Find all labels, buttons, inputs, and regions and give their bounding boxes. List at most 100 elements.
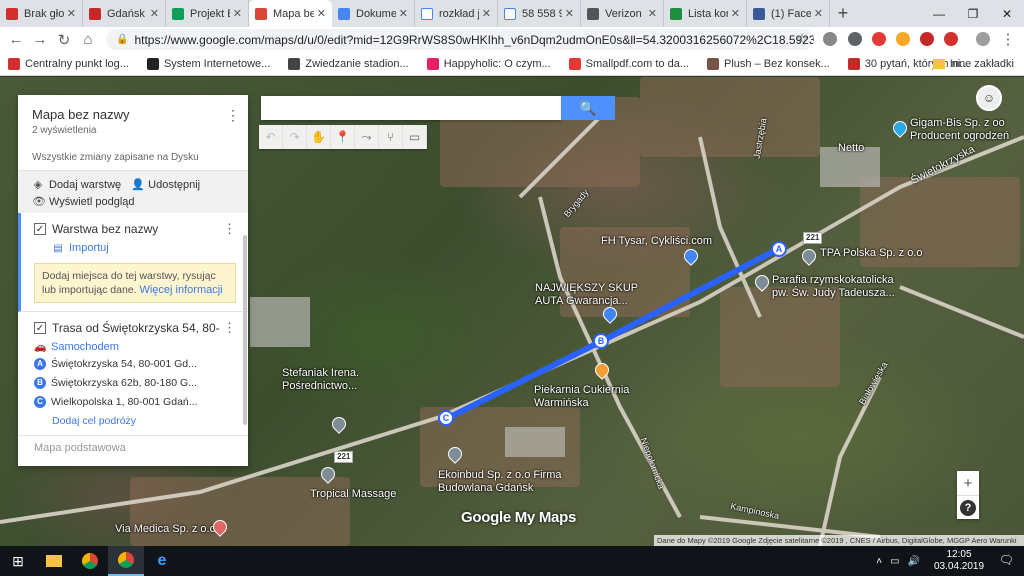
- browser-tab[interactable]: Lista kon ✕: [664, 0, 747, 27]
- browser-tab[interactable]: (1) Faceb✕: [747, 0, 830, 27]
- poi-ekoinbud[interactable]: Ekoinbud Sp. z o.o Firma Budowlana Gdańsk: [438, 469, 562, 495]
- travel-mode-link[interactable]: Samochodem: [51, 341, 119, 353]
- tab-close-icon[interactable]: ✕: [67, 7, 76, 20]
- extension-icon-2[interactable]: [848, 32, 862, 46]
- tab-close-icon[interactable]: ✕: [399, 7, 408, 20]
- measure-ruler-icon[interactable]: ▭: [403, 125, 427, 149]
- map-attribution[interactable]: Dane do Mapy ©2019 Google Zdjęcie sateli…: [654, 535, 1024, 546]
- home-icon[interactable]: ⌂: [76, 28, 100, 52]
- tab-close-icon[interactable]: ✕: [648, 7, 657, 20]
- browser-tab[interactable]: Dokumen✕: [332, 0, 415, 27]
- route-marker-b[interactable]: B: [593, 333, 609, 349]
- new-tab-button[interactable]: +: [830, 0, 856, 27]
- undo-icon[interactable]: ↶: [259, 125, 283, 149]
- poi-tropical[interactable]: Tropical Massage: [310, 488, 396, 501]
- browser-tab[interactable]: 58 558 9 ✕: [498, 0, 581, 27]
- profile-icon[interactable]: [976, 32, 990, 46]
- bookmark-star-icon[interactable]: ☆: [790, 27, 814, 51]
- poi-gigam[interactable]: Gigam-Bis Sp. z oo Producent ogrodzeń: [910, 117, 1009, 143]
- route-layer-checkbox[interactable]: ✓: [34, 322, 46, 334]
- extension-icon-6[interactable]: [944, 32, 958, 46]
- search-button[interactable]: 🔍: [561, 96, 615, 120]
- layer-route[interactable]: ✓ Trasa od Świętokrzyska 54, 80-00... ⋮ …: [18, 312, 248, 436]
- layer-untitled[interactable]: ✓ Warstwa bez nazwy ⋮ ▤ Importuj Dodaj m…: [18, 213, 248, 312]
- bookmark-item[interactable]: Smallpdf.com to da...: [568, 57, 689, 70]
- layer-checkbox[interactable]: ✓: [34, 223, 46, 235]
- waypoint-item[interactable]: C Wielkopolska 1, 80-001 Gdań...: [34, 392, 236, 411]
- poi-parafia[interactable]: Parafia rzymskokatolicka pw. Św. Judy Tad…: [772, 274, 895, 300]
- edge-icon[interactable]: e: [144, 546, 180, 576]
- base-map-section[interactable]: Mapa podstawowa: [18, 436, 248, 460]
- route-options-icon[interactable]: ⋮: [223, 320, 236, 336]
- poi-fh-tysar[interactable]: FH Tysar, Cykliści.com: [601, 235, 712, 248]
- map-search-input[interactable]: [261, 96, 561, 120]
- extension-icon-3[interactable]: [872, 32, 886, 46]
- extension-icon-1[interactable]: [823, 32, 837, 46]
- map-title[interactable]: Mapa bez nazwy: [32, 107, 234, 122]
- close-window-button[interactable]: ✕: [990, 0, 1024, 27]
- chrome-icon[interactable]: [72, 546, 108, 576]
- panel-scrollbar[interactable]: [243, 235, 247, 425]
- poi-tpa[interactable]: TPA Polska Sp. z o.o: [820, 247, 923, 260]
- route-marker-a[interactable]: A: [771, 241, 787, 257]
- route-layer-name[interactable]: Trasa od Świętokrzyska 54, 80-00...: [52, 321, 220, 335]
- add-layer-button[interactable]: Dodaj warstwę: [49, 179, 121, 191]
- layer-name[interactable]: Warstwa bez nazwy: [52, 222, 158, 236]
- restore-button[interactable]: ❐: [956, 0, 990, 27]
- address-bar[interactable]: 🔒 https://www.google.com/maps/d/u/0/edit…: [106, 29, 814, 50]
- route-marker-c[interactable]: C: [438, 410, 454, 426]
- poi-netto[interactable]: Netto: [838, 142, 864, 155]
- minimize-button[interactable]: —: [922, 0, 956, 27]
- layer-options-icon[interactable]: ⋮: [223, 221, 236, 237]
- file-explorer-icon[interactable]: [36, 546, 72, 576]
- draw-line-icon[interactable]: ⤳: [355, 125, 379, 149]
- tab-close-icon[interactable]: ✕: [317, 7, 326, 20]
- tab-close-icon[interactable]: ✕: [814, 7, 823, 20]
- account-avatar[interactable]: ☺: [976, 85, 1002, 111]
- chrome-active-icon[interactable]: [108, 546, 144, 576]
- share-button[interactable]: Udostępnij: [148, 179, 200, 191]
- tab-close-icon[interactable]: ✕: [565, 7, 574, 20]
- bookmark-item[interactable]: Centralny punkt log...: [8, 57, 129, 70]
- add-marker-icon[interactable]: 📍: [331, 125, 355, 149]
- browser-tab[interactable]: Mapa be ✕: [249, 0, 332, 27]
- notification-icon[interactable]: 🗨: [999, 553, 1014, 567]
- tab-close-icon[interactable]: ✕: [731, 7, 740, 20]
- browser-tab[interactable]: Verizon C✕: [581, 0, 664, 27]
- redo-icon[interactable]: ↷: [283, 125, 307, 149]
- menu-kebab-icon[interactable]: ⋮: [996, 27, 1020, 51]
- forward-icon[interactable]: →: [28, 28, 52, 52]
- tab-close-icon[interactable]: ✕: [482, 7, 491, 20]
- preview-button[interactable]: Wyświetl podgląd: [49, 196, 135, 208]
- add-directions-icon[interactable]: ⑂: [379, 125, 403, 149]
- extension-icon-4[interactable]: [896, 32, 910, 46]
- help-icon[interactable]: ?: [960, 500, 976, 516]
- waypoint-item[interactable]: B Świętokrzyska 62b, 80-180 G...: [34, 373, 236, 392]
- poi-piekarnia[interactable]: Piekarnia Cukiernia Warmińska: [534, 384, 629, 410]
- poi-via-medica[interactable]: Via Medica Sp. z o.o: [115, 523, 216, 536]
- poi-najwiekszy[interactable]: NAJWIĘKSZY SKUP AUTA Gwarancja...: [535, 282, 638, 308]
- more-info-link[interactable]: Więcej informacji: [139, 284, 222, 296]
- bookmark-item[interactable]: System Internetowe...: [146, 57, 270, 70]
- browser-tab[interactable]: Brak głos✕: [0, 0, 83, 27]
- import-link[interactable]: Importuj: [69, 242, 109, 254]
- bookmark-item[interactable]: Happyholic: O czym...: [426, 57, 551, 70]
- tab-close-icon[interactable]: ✕: [233, 7, 242, 20]
- zoom-in-button[interactable]: +: [957, 471, 979, 495]
- chevron-up-icon[interactable]: ˄: [876, 556, 882, 567]
- tab-close-icon[interactable]: ✕: [150, 7, 159, 20]
- browser-tab[interactable]: Projekt B✕: [166, 0, 249, 27]
- start-windows-icon[interactable]: ⊞: [0, 546, 36, 576]
- browser-tab[interactable]: Gdańsk -✕: [83, 0, 166, 27]
- map-options-icon[interactable]: ⋮: [226, 107, 240, 124]
- add-destination-link[interactable]: Dodaj cel podróży: [34, 415, 236, 427]
- network-icon[interactable]: ▭: [890, 556, 899, 567]
- waypoint-item[interactable]: A Świętokrzyska 54, 80-001 Gd...: [34, 354, 236, 373]
- volume-icon[interactable]: 🔊: [908, 556, 920, 567]
- other-bookmarks[interactable]: Inne zakładki: [932, 52, 1014, 76]
- poi-stefaniak[interactable]: Stefaniak Irena. Pośrednictwo...: [282, 367, 359, 393]
- browser-tab[interactable]: rozkład j ✕: [415, 0, 498, 27]
- map-canvas[interactable]: 🔍 ↶ ↷ ✋ 📍 ⤳ ⑂ ▭ ☺ Mapa bez nazwy 2 wyświ…: [0, 77, 1024, 546]
- adblock-icon[interactable]: [920, 32, 934, 46]
- clock[interactable]: 12:05 03.04.2019: [934, 549, 984, 573]
